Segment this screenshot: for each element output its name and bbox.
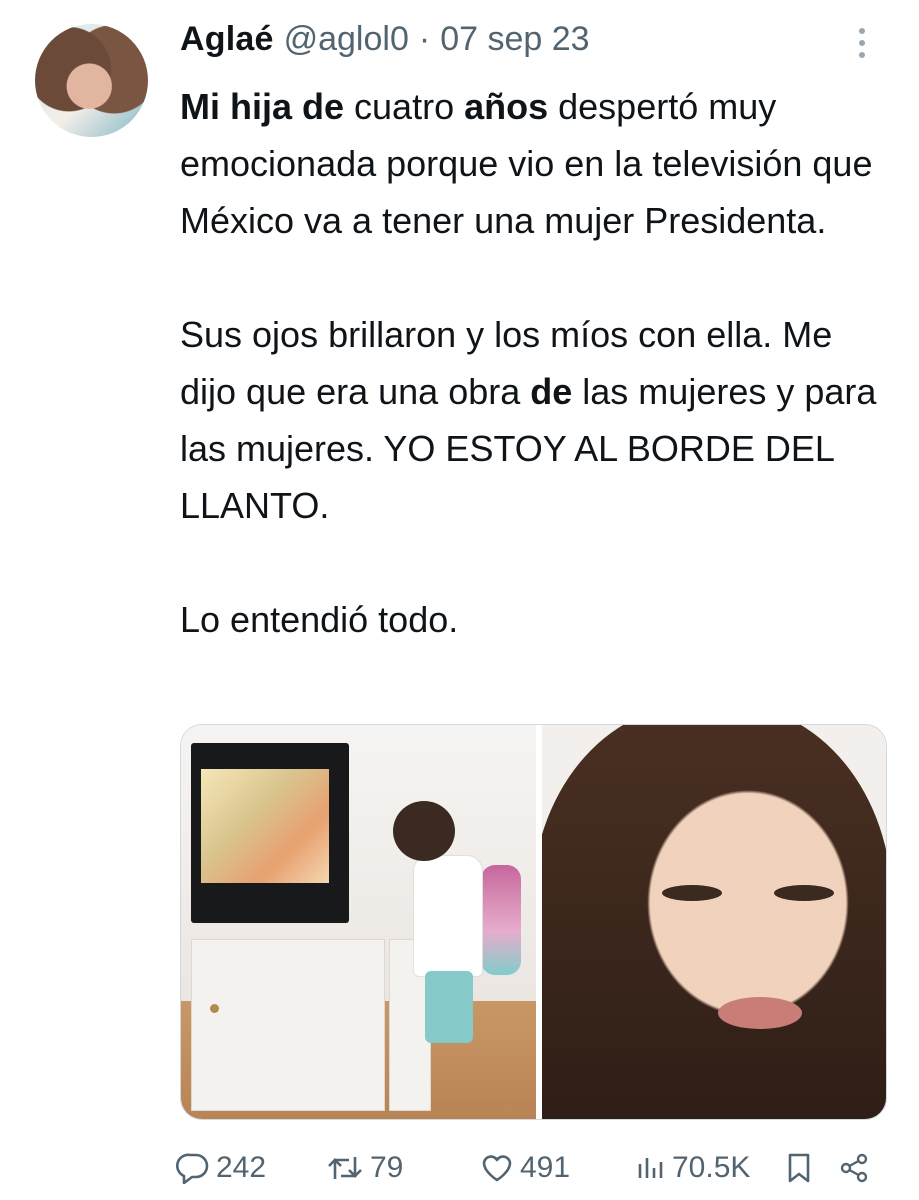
- reply-count: 242: [216, 1151, 267, 1184]
- tweet-paragraph: Sus ojos brillaron y los míos con ella. …: [180, 306, 895, 534]
- heart-icon: [482, 1155, 512, 1182]
- action-bar: 242 79 491 70.5K: [0, 1145, 919, 1191]
- bookmark-icon: [788, 1153, 810, 1183]
- retweet-count: 79: [370, 1151, 404, 1184]
- share-button[interactable]: [838, 1145, 870, 1191]
- media-image-woman[interactable]: [542, 725, 886, 1119]
- media-grid: [180, 724, 887, 1120]
- like-count: 491: [520, 1151, 571, 1184]
- tweet-paragraph: Lo entendió todo.: [180, 591, 895, 648]
- reply-button[interactable]: 242: [176, 1145, 266, 1191]
- share-icon: [840, 1153, 868, 1183]
- text-segment: de: [530, 371, 573, 412]
- tweet-date[interactable]: 07 sep 23: [440, 20, 589, 59]
- cabinet-illustration: [191, 939, 385, 1111]
- text-segment: cuatro: [344, 86, 465, 127]
- like-button[interactable]: 491: [480, 1145, 570, 1191]
- tweet-text: Mi hija de cuatro años despertó muy emoc…: [180, 78, 895, 648]
- media-image-child-tv[interactable]: [181, 725, 536, 1119]
- retweet-icon: [328, 1157, 362, 1179]
- retweet-button[interactable]: 79: [326, 1145, 403, 1191]
- child-illustration: [393, 801, 455, 861]
- views-count: 70.5K: [672, 1151, 751, 1184]
- views-icon: [638, 1158, 663, 1178]
- text-segment: Lo entendió todo.: [180, 599, 459, 640]
- tweet-paragraph: Mi hija de cuatro años despertó muy emoc…: [180, 78, 895, 249]
- views-button[interactable]: 70.5K: [636, 1145, 750, 1191]
- meta-separator: ·: [418, 20, 431, 58]
- tweet-header: Aglaé @aglol0 · 07 sep 23: [180, 20, 590, 68]
- more-options-icon[interactable]: [852, 28, 872, 68]
- text-segment: años: [464, 86, 549, 127]
- bookmark-button[interactable]: [786, 1145, 812, 1191]
- author-handle[interactable]: @aglol0: [284, 20, 409, 59]
- text-segment: Mi hija de: [180, 86, 345, 127]
- tv-illustration: [191, 743, 349, 923]
- woman-illustration: [718, 997, 802, 1029]
- avatar[interactable]: [35, 24, 148, 137]
- reply-icon: [176, 1153, 209, 1184]
- author-name[interactable]: Aglaé: [180, 20, 274, 59]
